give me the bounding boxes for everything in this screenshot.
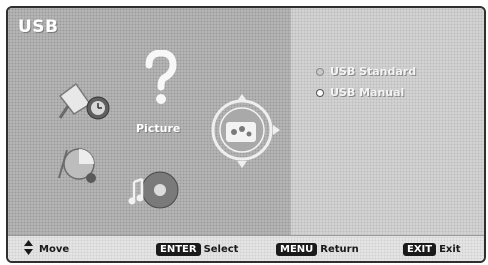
enter-label: Select [203,243,239,255]
menu-key-badge: MENU [276,242,318,256]
footer-enter[interactable]: ENTER Select [156,240,238,258]
usb-manual-option[interactable]: USB Manual [316,86,404,99]
usb-options-panel: USB Standard USB Manual [291,8,484,235]
media-icon-panel: USB Picture [8,8,291,235]
menu-label: Return [320,243,359,255]
help-icon[interactable] [144,49,178,106]
music-icon[interactable] [128,168,184,214]
move-label: Move [39,243,70,255]
up-down-arrow-icon [24,240,33,258]
footer-move: Move [24,240,69,258]
usb-standard-option[interactable]: USB Standard [316,65,416,78]
option-label: USB Manual [330,86,405,99]
radio-dot-icon [316,89,324,97]
footer-exit[interactable]: EXIT Exit [403,240,461,258]
radio-dot-icon [316,68,324,76]
option-label: USB Standard [330,65,417,78]
selected-item-label: Picture [136,122,181,135]
satellite-icon[interactable] [56,78,116,124]
picture-selector-icon[interactable] [204,92,284,172]
footer-menu[interactable]: MENU Return [276,240,359,258]
exit-label: Exit [439,243,461,255]
photo-icon[interactable] [53,144,105,188]
exit-key-badge: EXIT [403,242,437,256]
footer-help-bar: Move ENTER Select MENU Return EXIT Exit [8,235,484,261]
menu-title: USB [18,17,59,37]
enter-key-badge: ENTER [156,242,201,256]
tv-menu-screen: USB Picture USB Standard USB Manual Move… [6,6,486,263]
